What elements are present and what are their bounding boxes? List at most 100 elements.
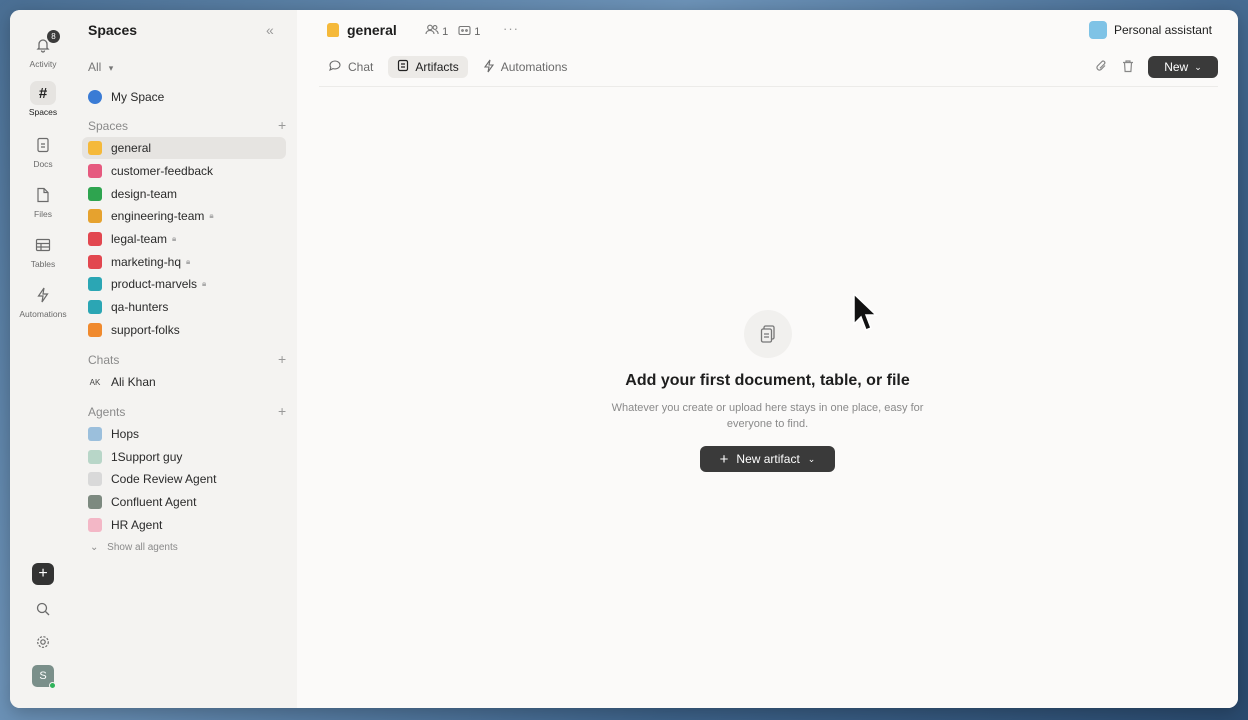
agents-count[interactable]: 1 bbox=[458, 24, 480, 38]
space-label: product-marvels bbox=[111, 277, 198, 291]
add-agent-button[interactable]: + bbox=[278, 403, 286, 419]
rail-spaces[interactable]: # Spaces bbox=[10, 81, 76, 117]
sidebar-item-engineering-team[interactable]: engineering-team 🔒︎ bbox=[82, 205, 286, 227]
header-divider bbox=[319, 86, 1218, 87]
filter-label: All bbox=[88, 60, 102, 74]
agent-label: 1Support guy bbox=[111, 450, 183, 464]
chevron-down-icon: ⌄ bbox=[807, 453, 816, 464]
sidebar-item-agent[interactable]: Confluent Agent bbox=[82, 491, 286, 513]
rail-docs-label: Docs bbox=[33, 159, 53, 169]
agent-avatar-icon bbox=[88, 472, 102, 486]
lock-icon: 🔒︎ bbox=[202, 279, 207, 288]
rail-activity[interactable]: 8 Activity bbox=[10, 30, 76, 69]
empty-state: Add your first document, table, or file … bbox=[297, 310, 1238, 472]
tab-chat[interactable]: Chat bbox=[319, 56, 382, 78]
space-label: qa-hunters bbox=[111, 300, 169, 314]
sidebar-title: Spaces bbox=[88, 22, 138, 38]
tab-artifacts[interactable]: Artifacts bbox=[388, 56, 468, 78]
chevron-down-icon: ⌄ bbox=[1194, 61, 1202, 72]
members-icon bbox=[425, 24, 442, 38]
online-status-dot bbox=[49, 682, 56, 689]
collapse-sidebar-icon[interactable]: « bbox=[266, 22, 274, 38]
sidebar-item-my-space[interactable]: My Space bbox=[82, 86, 286, 108]
rail-tables[interactable]: Tables bbox=[10, 234, 76, 269]
user-avatar[interactable]: S bbox=[32, 665, 56, 689]
rail-activity-label: Activity bbox=[29, 59, 57, 69]
sidebar-item-agent[interactable]: Hops bbox=[82, 423, 286, 445]
agent-avatar-icon bbox=[88, 427, 102, 441]
new-button[interactable]: New ⌄ bbox=[1148, 56, 1218, 78]
new-artifact-button[interactable]: + New artifact ⌄ bbox=[700, 446, 835, 472]
sidebar-item-customer-feedback[interactable]: customer-feedback bbox=[82, 160, 286, 182]
rail-docs[interactable]: Docs bbox=[10, 134, 76, 169]
sidebar-item-legal-team[interactable]: legal-team 🔒︎ bbox=[82, 228, 286, 250]
sidebar-item-product-marvels[interactable]: product-marvels 🔒︎ bbox=[82, 273, 286, 295]
more-options-icon[interactable]: ··· bbox=[503, 21, 519, 36]
add-chat-button[interactable]: + bbox=[278, 351, 286, 367]
rail-automations[interactable]: Automations bbox=[10, 284, 76, 319]
space-label: general bbox=[111, 141, 152, 155]
doc-icon bbox=[10, 134, 76, 156]
members-count[interactable]: 1 bbox=[425, 24, 448, 38]
search-icon[interactable] bbox=[36, 602, 50, 621]
sidebar-item-marketing-hq[interactable]: marketing-hq 🔒︎ bbox=[82, 251, 286, 273]
assistant-label: Personal assistant bbox=[1113, 23, 1212, 37]
space-label: legal-team bbox=[111, 232, 168, 246]
create-button[interactable]: + bbox=[32, 563, 54, 585]
rail-files[interactable]: Files bbox=[10, 184, 76, 219]
sidebar-item-support-folks[interactable]: support-folks bbox=[82, 319, 286, 341]
space-icon bbox=[88, 164, 102, 178]
show-all-agents-link[interactable]: ⌄ Show all agents bbox=[90, 542, 178, 553]
space-icon bbox=[88, 209, 102, 223]
trash-icon[interactable] bbox=[1122, 59, 1134, 76]
personal-assistant-button[interactable]: Personal assistant bbox=[1088, 21, 1212, 39]
chat-avatar: AK bbox=[89, 377, 101, 387]
sidebar-item-agent[interactable]: 1Support guy bbox=[82, 446, 286, 468]
bolt-icon bbox=[483, 59, 495, 76]
chat-label: Ali Khan bbox=[111, 375, 156, 389]
tab-automations[interactable]: Automations bbox=[474, 56, 577, 78]
bell-icon bbox=[10, 34, 76, 56]
empty-state-title: Add your first document, table, or file bbox=[625, 372, 910, 389]
user-initial: S bbox=[39, 670, 47, 682]
space-label: design-team bbox=[111, 187, 178, 201]
space-icon bbox=[88, 187, 102, 201]
empty-state-subtitle: Whatever you create or upload here stays… bbox=[611, 402, 924, 430]
sidebar-item-agent[interactable]: HR Agent bbox=[82, 514, 286, 536]
plus-icon: + bbox=[719, 450, 729, 468]
assistant-avatar bbox=[1088, 21, 1107, 39]
space-label: engineering-team bbox=[111, 209, 205, 223]
agent-avatar-icon bbox=[88, 518, 102, 532]
space-icon bbox=[88, 232, 102, 246]
agents-section-header: Agents bbox=[88, 405, 126, 419]
lock-icon: 🔒︎ bbox=[186, 257, 191, 266]
chevron-down-icon: ▾ bbox=[108, 63, 114, 73]
robot-icon bbox=[458, 25, 474, 38]
add-space-button[interactable]: + bbox=[278, 117, 286, 133]
agent-label: Hops bbox=[111, 427, 140, 441]
agent-label: HR Agent bbox=[111, 518, 163, 532]
agent-label: Code Review Agent bbox=[111, 472, 217, 486]
sidebar-item-qa-hunters[interactable]: qa-hunters bbox=[82, 296, 286, 318]
sidebar-item-agent[interactable]: Code Review Agent bbox=[82, 468, 286, 490]
documents-icon bbox=[743, 310, 792, 358]
rail-automations-label: Automations bbox=[19, 309, 67, 319]
lock-icon: 🔒︎ bbox=[172, 234, 177, 243]
space-icon bbox=[327, 23, 339, 37]
sidebar-item-chat[interactable]: AK Ali Khan bbox=[82, 371, 286, 393]
planet-icon bbox=[88, 90, 102, 104]
activity-badge: 8 bbox=[47, 30, 60, 43]
space-label: customer-feedback bbox=[111, 164, 214, 178]
nav-rail: 8 Activity # Spaces Docs Files Tables Au… bbox=[10, 10, 76, 708]
sidebar-item-design-team[interactable]: design-team bbox=[82, 183, 286, 205]
chat-bubble-icon bbox=[328, 59, 342, 75]
paperclip-icon[interactable] bbox=[1095, 59, 1108, 76]
spaces-filter-dropdown[interactable]: All ▾ bbox=[88, 60, 113, 74]
space-meta: 1 1 bbox=[425, 24, 480, 38]
sidebar-item-general[interactable]: general bbox=[82, 137, 286, 159]
gear-icon[interactable] bbox=[36, 635, 50, 654]
agent-label: Confluent Agent bbox=[111, 495, 197, 509]
rail-files-label: Files bbox=[34, 209, 52, 219]
space-title[interactable]: general bbox=[327, 22, 397, 38]
rail-tables-label: Tables bbox=[30, 259, 56, 269]
